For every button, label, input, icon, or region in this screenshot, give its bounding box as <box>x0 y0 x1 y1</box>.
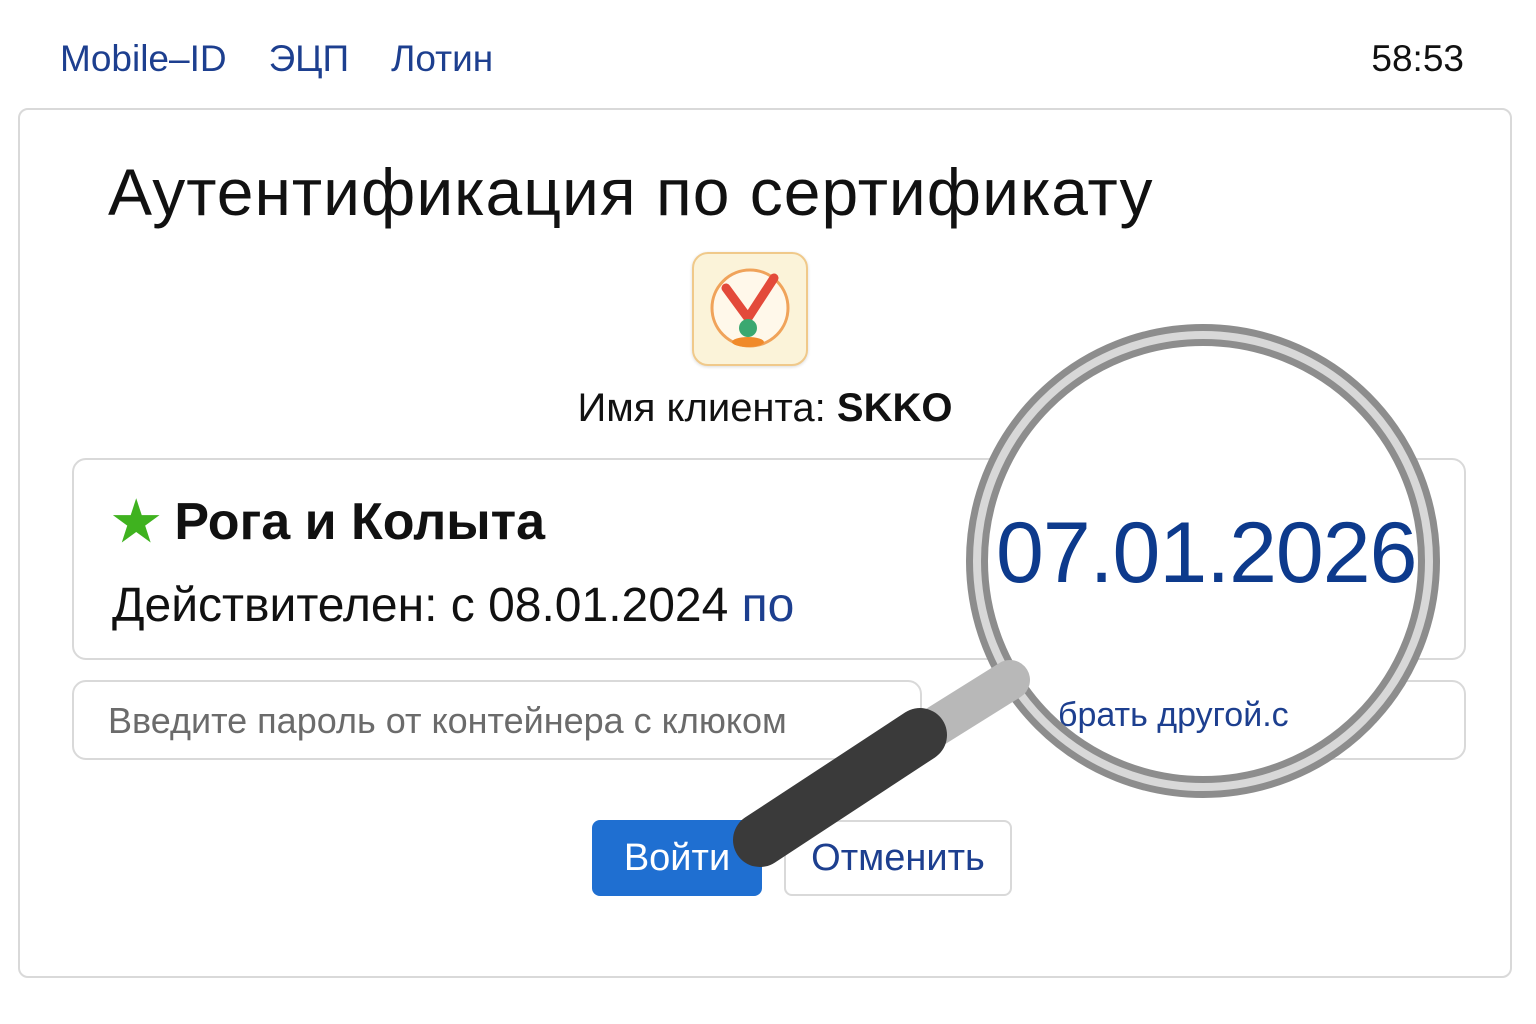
magnifier-lens: 07.01.2026 брать другой.с <box>978 336 1428 786</box>
certificate-name: Рога и Колыта <box>174 493 546 551</box>
valid-to-word: по <box>741 579 795 632</box>
star-icon: ★ <box>112 492 161 552</box>
certificate-title: ★ Рога и Колыта <box>112 492 545 552</box>
client-name: SKKO <box>836 386 953 430</box>
lens-choose-other-label: брать другой.с <box>1058 696 1289 734</box>
nav-lotin[interactable]: Лотин <box>391 38 493 80</box>
login-button[interactable]: Войти <box>592 820 762 896</box>
session-timer: 58:53 <box>1371 38 1464 79</box>
top-nav: Mobile–ID ЭЦП Лотин <box>60 38 493 80</box>
app-logo-icon <box>692 252 808 366</box>
page-title: Аутентификация по сертификату <box>108 155 1154 229</box>
password-input[interactable]: Введите пароль от контейнера с клюком <box>72 680 922 760</box>
client-label: Имя клиента: <box>577 386 826 430</box>
nav-mobile-id[interactable]: Mobile–ID <box>60 38 227 80</box>
cancel-button[interactable]: Отменить <box>784 820 1012 896</box>
valid-to-date: 07.01.2026 <box>996 505 1417 601</box>
valid-from: Действителен: с 08.01.2024 <box>112 579 729 632</box>
nav-ecp[interactable]: ЭЦП <box>269 38 350 80</box>
certificate-validity: Действителен: с 08.01.2024 по <box>112 578 794 633</box>
